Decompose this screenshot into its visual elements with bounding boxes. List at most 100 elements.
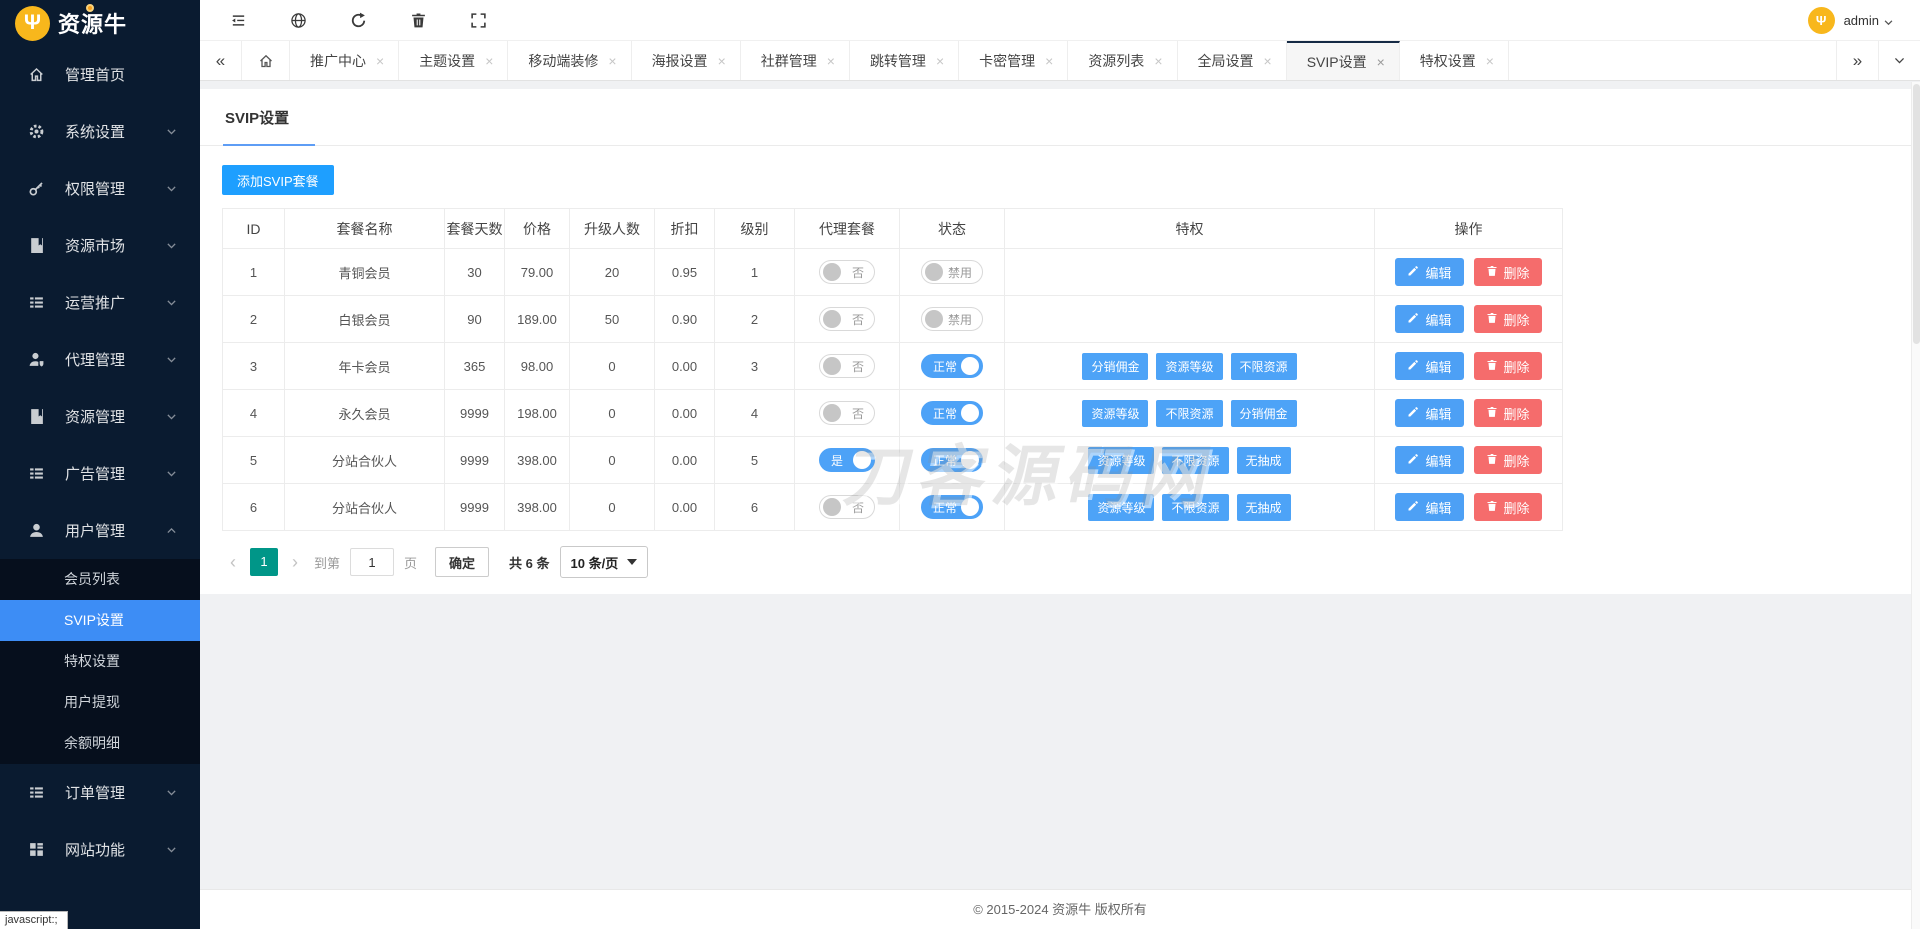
privilege-tag[interactable]: 无抽成 xyxy=(1236,446,1291,474)
edit-button[interactable]: 编辑 xyxy=(1395,399,1464,427)
privilege-tag[interactable]: 不限资源 xyxy=(1162,446,1229,474)
sidebar-item-permission-management[interactable]: 权限管理 xyxy=(0,160,200,217)
status-toggle[interactable]: 正常 xyxy=(920,495,983,519)
tab-theme-settings[interactable]: 主题设置 × xyxy=(399,41,509,80)
agent-toggle[interactable]: 否 xyxy=(819,260,875,284)
fullscreen-icon[interactable] xyxy=(470,11,488,29)
sidebar-item-site-functions[interactable]: 网站功能 xyxy=(0,821,200,878)
edit-button[interactable]: 编辑 xyxy=(1395,305,1464,333)
privilege-tag[interactable]: 分销佣金 xyxy=(1230,399,1297,427)
close-icon[interactable]: × xyxy=(1264,53,1272,69)
refresh-icon[interactable] xyxy=(350,11,368,29)
prev-page-icon[interactable]: ‹ xyxy=(222,552,244,573)
close-icon[interactable]: × xyxy=(1045,53,1053,69)
agent-toggle[interactable]: 否 xyxy=(819,354,875,378)
user-menu[interactable]: Ψ admin xyxy=(1807,6,1894,34)
sidebar-subitem-privilege-settings[interactable]: 特权设置 xyxy=(0,641,200,682)
delete-button[interactable]: 删除 xyxy=(1473,352,1542,380)
privilege-tag[interactable]: 资源等级 xyxy=(1156,352,1223,380)
privilege-tag[interactable]: 资源等级 xyxy=(1082,399,1149,427)
agent-toggle[interactable]: 否 xyxy=(819,307,875,331)
cell-status: 禁用 xyxy=(899,295,1005,343)
tabs-scroll-right-icon[interactable]: » xyxy=(1836,41,1878,80)
sidebar-item-user-management[interactable]: 用户管理 xyxy=(0,502,200,559)
tab-community-management[interactable]: 社群管理 × xyxy=(740,41,850,80)
delete-button[interactable]: 删除 xyxy=(1473,446,1542,474)
agent-toggle[interactable]: 否 xyxy=(819,401,875,425)
privilege-tag[interactable]: 不限资源 xyxy=(1230,352,1297,380)
status-toggle[interactable]: 禁用 xyxy=(920,260,983,284)
privilege-tag[interactable]: 分销佣金 xyxy=(1082,352,1149,380)
sidebar-item-admin-home[interactable]: 管理首页 xyxy=(0,46,200,103)
sidebar-subitem-member-list[interactable]: 会员列表 xyxy=(0,559,200,600)
sidebar-subitem-user-withdraw[interactable]: 用户提现 xyxy=(0,682,200,723)
close-icon[interactable]: × xyxy=(485,53,493,69)
tabs-scroll-left-icon[interactable]: « xyxy=(200,41,242,80)
toggle-label: 否 xyxy=(851,406,864,421)
sidebar-item-resource-market[interactable]: 资源市场 xyxy=(0,217,200,274)
cell-days: 90 xyxy=(444,295,505,343)
privilege-tag[interactable]: 不限资源 xyxy=(1156,399,1223,427)
sidebar-item-agent-management[interactable]: 代理管理 xyxy=(0,331,200,388)
sidebar-subitem-balance-detail[interactable]: 余额明细 xyxy=(0,723,200,764)
edit-button[interactable]: 编辑 xyxy=(1395,352,1464,380)
page-1-button[interactable]: 1 xyxy=(250,548,278,576)
tab-cardkey-management[interactable]: 卡密管理 × xyxy=(959,41,1069,80)
status-toggle[interactable]: 正常 xyxy=(920,448,983,472)
close-icon[interactable]: × xyxy=(827,53,835,69)
tab-resource-list[interactable]: 资源列表 × xyxy=(1068,41,1178,80)
tab-poster-settings[interactable]: 海报设置 × xyxy=(631,41,741,80)
tab-privilege-settings[interactable]: 特权设置 × xyxy=(1399,41,1509,80)
agent-toggle[interactable]: 是 xyxy=(819,448,875,472)
confirm-page-button[interactable]: 确定 xyxy=(435,547,490,577)
delete-button[interactable]: 删除 xyxy=(1473,258,1542,286)
sidebar-item-order-management[interactable]: 订单管理 xyxy=(0,764,200,821)
next-page-icon[interactable]: › xyxy=(284,552,306,573)
close-icon[interactable]: × xyxy=(608,53,616,69)
edit-button[interactable]: 编辑 xyxy=(1395,446,1464,474)
delete-button[interactable]: 删除 xyxy=(1473,493,1542,521)
delete-button[interactable]: 删除 xyxy=(1473,399,1542,427)
close-icon[interactable]: × xyxy=(1154,53,1162,69)
edit-button[interactable]: 编辑 xyxy=(1395,493,1464,521)
privilege-tag[interactable]: 资源等级 xyxy=(1088,446,1155,474)
privilege-tag[interactable]: 无抽成 xyxy=(1236,493,1291,521)
scrollbar-thumb[interactable] xyxy=(1913,84,1920,344)
close-icon[interactable]: × xyxy=(936,53,944,69)
page-size-select[interactable]: 10 条/页 xyxy=(559,546,649,578)
agent-toggle[interactable]: 否 xyxy=(819,495,875,519)
tab-promotion-center[interactable]: 推广中心 × xyxy=(290,41,400,80)
privilege-tag[interactable]: 不限资源 xyxy=(1162,493,1229,521)
add-svip-button[interactable]: 添加SVIP套餐 xyxy=(222,165,334,195)
close-icon[interactable]: × xyxy=(376,53,384,69)
delete-button[interactable]: 删除 xyxy=(1473,305,1542,333)
globe-icon[interactable] xyxy=(290,11,308,29)
sidebar-item-resource-management[interactable]: 资源管理 xyxy=(0,388,200,445)
home-tab[interactable] xyxy=(242,41,290,80)
sidebar-item-system-settings[interactable]: 系统设置 xyxy=(0,103,200,160)
toggle-knob-icon xyxy=(924,310,943,328)
trash-icon[interactable] xyxy=(410,11,428,29)
tab-redirect-management[interactable]: 跳转管理 × xyxy=(849,41,960,80)
edit-button[interactable]: 编辑 xyxy=(1395,258,1464,286)
sidebar-subitem-svip-settings[interactable]: SVIP设置 xyxy=(0,600,200,641)
collapse-sidebar-icon[interactable] xyxy=(230,11,248,29)
tabs-menu-icon[interactable] xyxy=(1878,41,1920,80)
tab-mobile-decoration[interactable]: 移动端装修 × xyxy=(508,41,632,80)
brand-logo[interactable]: Ψ 资源牛 xyxy=(0,0,200,46)
privilege-tag[interactable]: 资源等级 xyxy=(1088,493,1155,521)
close-icon[interactable]: × xyxy=(1486,53,1494,69)
chevron-down-icon xyxy=(1883,15,1894,26)
status-toggle[interactable]: 禁用 xyxy=(920,307,983,331)
status-toggle[interactable]: 正常 xyxy=(920,401,983,425)
list-icon xyxy=(28,784,46,802)
tab-global-settings[interactable]: 全局设置 × xyxy=(1177,41,1287,80)
goto-page-input[interactable] xyxy=(350,548,395,576)
tab-svip-settings[interactable]: SVIP设置 × xyxy=(1286,41,1400,80)
close-icon[interactable]: × xyxy=(718,53,726,69)
sidebar-item-ad-management[interactable]: 广告管理 xyxy=(0,445,200,502)
scrollbar-track[interactable] xyxy=(1911,82,1920,929)
status-toggle[interactable]: 正常 xyxy=(920,354,983,378)
close-icon[interactable]: × xyxy=(1377,54,1385,70)
sidebar-item-operation-promotion[interactable]: 运营推广 xyxy=(0,274,200,331)
